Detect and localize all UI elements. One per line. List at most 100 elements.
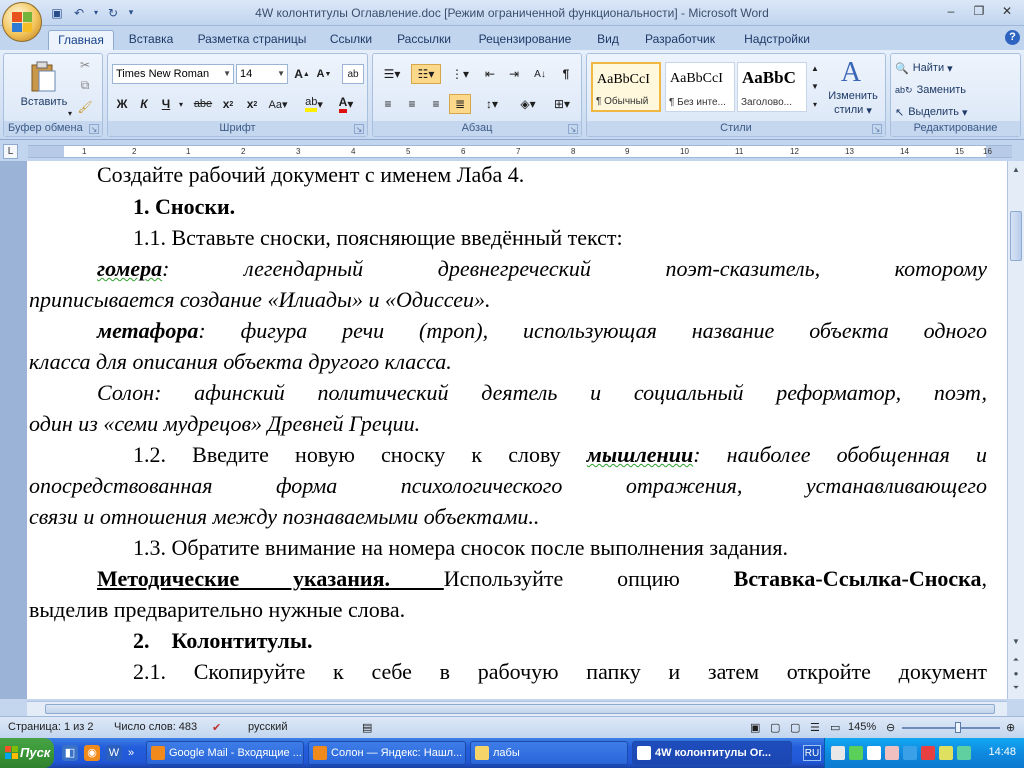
full-screen-icon[interactable]: ▢ [770,721,780,734]
underline-icon[interactable]: Ч [156,94,176,114]
tab-addins[interactable]: Надстройки [736,30,818,50]
draft-icon[interactable]: ▭ [830,721,840,734]
word-count[interactable]: Число слов: 483 [114,721,197,733]
tray-app-icon[interactable] [903,746,917,760]
subscript-icon[interactable]: x2 [218,94,238,114]
zoom-level[interactable]: 145% [848,721,876,733]
decrease-indent-icon[interactable]: ⇤ [479,64,501,84]
outline-icon[interactable]: ☰ [810,721,820,734]
borders-icon[interactable]: ⊞▾ [547,94,577,114]
zoom-slider-thumb[interactable] [955,722,961,733]
language-button[interactable]: RU [803,745,821,761]
volume-icon[interactable] [867,746,881,760]
increase-indent-icon[interactable]: ⇥ [503,64,525,84]
page-indicator[interactable]: Страница: 1 из 2 [8,721,94,733]
browse-object-icon[interactable]: ● [1010,667,1022,681]
zoom-out-icon[interactable]: ⊖ [886,721,895,734]
change-styles-label[interactable]: Изменить [823,90,883,102]
quicklaunch-more-icon[interactable]: » [126,745,136,761]
clear-formatting-icon[interactable]: ab [342,64,364,84]
prev-page-icon[interactable]: ⏶ [1010,653,1022,667]
tray-app-icon[interactable] [885,746,899,760]
tray-app-icon[interactable] [921,746,935,760]
proofing-icon[interactable]: ✔ [212,721,221,734]
web-layout-icon[interactable]: ▢ [790,721,800,734]
tray-app-icon[interactable] [939,746,953,760]
grow-font-icon[interactable]: A ▲ [292,64,312,84]
select-button[interactable]: ↖ Выделить ▾ [895,102,1015,122]
scroll-up-icon[interactable]: ▲ [1010,163,1022,177]
clipboard-launcher-icon[interactable]: ↘ [89,124,99,134]
shrink-font-icon[interactable]: A ▼ [314,64,334,84]
styles-scroll-up-icon[interactable]: ▲ [809,60,821,76]
show-marks-icon[interactable]: ¶ [555,64,577,84]
paste-icon[interactable] [26,60,60,94]
font-color-icon[interactable]: A ▾ [332,94,360,114]
styles-launcher-icon[interactable]: ↘ [872,124,882,134]
font-size-combo[interactable]: 14 ▼ [236,64,288,84]
tab-home[interactable]: Главная [48,30,114,50]
highlight-icon[interactable]: ab ▾ [300,94,328,114]
align-right-icon[interactable]: ≡ [425,94,447,114]
task-google-mail[interactable]: Google Mail - Входящие ... [146,741,304,765]
task-yandex[interactable]: Солон — Яндекс: Нашл... [308,741,466,765]
change-case-icon[interactable]: Aa▾ [266,94,290,114]
tab-view[interactable]: Вид [590,30,626,50]
find-button[interactable]: 🔍 Найти ▾ [895,58,1015,78]
close-icon[interactable]: ✕ [994,2,1020,20]
tab-selector-icon[interactable]: L [3,144,18,159]
change-styles-label-2[interactable]: стили ▾ [823,104,883,117]
paste-dropdown-icon[interactable]: ▾ [64,108,76,118]
horizontal-scrollbar[interactable] [27,701,1007,716]
help-icon[interactable]: ? [1005,30,1020,45]
strikethrough-icon[interactable]: abe [192,94,214,114]
cut-icon[interactable]: ✂ [76,56,94,74]
font-name-combo[interactable]: Times New Roman ▼ [112,64,234,84]
styles-more-icon[interactable]: ▾ [809,96,821,112]
replace-button[interactable]: ab↻ Заменить [895,80,1015,100]
antivirus-icon[interactable] [849,746,863,760]
zoom-slider[interactable] [902,727,1000,729]
tab-page-layout[interactable]: Разметка страницы [192,30,312,50]
multilevel-list-icon[interactable]: ⋮▾ [445,64,475,84]
horizontal-ruler[interactable]: 1 2 1 2 3 4 5 6 7 8 9 10 11 12 13 14 15 … [28,145,1012,158]
next-page-icon[interactable]: ⏷ [1010,681,1022,695]
clock[interactable]: 14:48 [988,746,1016,758]
copy-icon[interactable]: ⧉ [76,76,94,94]
firefox-icon[interactable]: ◉ [84,745,100,761]
office-button[interactable] [2,2,42,42]
tab-mailings[interactable]: Рассылки [390,30,458,50]
tab-review[interactable]: Рецензирование [470,30,580,50]
scroll-thumb[interactable] [1010,211,1022,261]
sort-icon[interactable]: A↓ [529,64,551,84]
italic-icon[interactable]: К [134,94,154,114]
underline-dropdown-icon[interactable]: ▾ [176,94,186,114]
paragraph-launcher-icon[interactable]: ↘ [568,124,578,134]
tab-references[interactable]: Ссылки [322,30,380,50]
styles-scroll-down-icon[interactable]: ▼ [809,78,821,94]
desktop-icon[interactable]: ◧ [62,745,78,761]
align-center-icon[interactable]: ≡ [401,94,423,114]
scroll-down-icon[interactable]: ▼ [1010,635,1022,649]
style-normal[interactable]: AaBbCcI ¶ Обычный [591,62,661,112]
print-layout-icon[interactable]: ▣ [750,721,760,734]
hscroll-thumb[interactable] [45,704,995,714]
language-indicator[interactable]: русский [248,721,287,733]
style-heading[interactable]: AaBbC Заголово... [737,62,807,112]
style-no-spacing[interactable]: AaBbCcI ¶ Без инте... [665,62,735,112]
tray-app-icon[interactable] [957,746,971,760]
start-button[interactable]: Пуск [0,738,54,768]
numbering-icon[interactable]: ☷▾ [411,64,441,84]
line-spacing-icon[interactable]: ↕▾ [477,94,507,114]
network-icon[interactable] [831,746,845,760]
restore-icon[interactable]: ❐ [966,2,992,20]
superscript-icon[interactable]: x2 [242,94,262,114]
minimize-icon[interactable]: – [938,2,964,20]
document-page[interactable]: Создайте рабочий документ с именем Лаба … [27,161,1007,699]
shading-icon[interactable]: ◈▾ [513,94,543,114]
font-launcher-icon[interactable]: ↘ [354,124,364,134]
bold-icon[interactable]: Ж [112,94,132,114]
tab-insert[interactable]: Вставка [122,30,180,50]
align-left-icon[interactable]: ≡ [377,94,399,114]
justify-icon[interactable]: ≣ [449,94,471,114]
